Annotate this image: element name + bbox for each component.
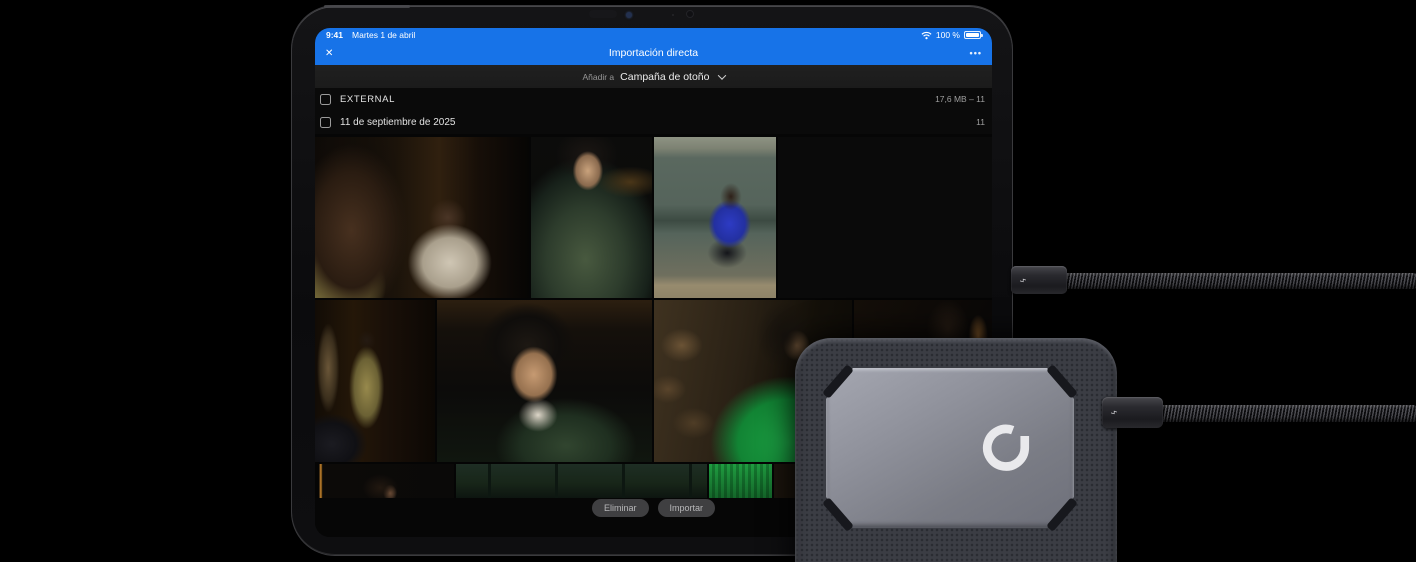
ssd-faceplate bbox=[826, 368, 1074, 528]
thunderbolt-icon: ϟ bbox=[1017, 278, 1027, 282]
photo-thumbnail[interactable] bbox=[531, 137, 652, 298]
ambient-sensor-icon bbox=[672, 14, 674, 16]
chevron-down-icon bbox=[717, 70, 726, 80]
date-checkbox[interactable] bbox=[320, 116, 331, 128]
photo-thumbnail[interactable] bbox=[456, 464, 707, 498]
thunderbolt-icon: ϟ bbox=[1108, 410, 1118, 415]
wifi-icon bbox=[921, 31, 932, 39]
front-camera-housing bbox=[589, 10, 617, 18]
g-drive-logo-icon bbox=[982, 424, 1030, 471]
title-bar: ✕ Importación directa ••• bbox=[315, 41, 992, 65]
page-title: Importación directa bbox=[608, 47, 699, 59]
header: 9:41 Martes 1 de abril 100 % ✕ Importaci… bbox=[315, 28, 992, 65]
battery-icon bbox=[964, 31, 983, 39]
photo-thumbnail[interactable] bbox=[315, 137, 529, 298]
usb-c-cable-top bbox=[1064, 273, 1416, 289]
source-summary: 17,6 MB – 11 bbox=[935, 94, 985, 104]
photo-thumbnail[interactable] bbox=[709, 464, 772, 498]
destination-album-value: Campaña de otoño bbox=[620, 70, 710, 83]
photo-thumbnail[interactable] bbox=[315, 464, 454, 498]
photo-thumbnail[interactable] bbox=[654, 137, 776, 298]
photo-thumbnail[interactable] bbox=[778, 137, 992, 298]
usb-c-connector-ipad: ϟ bbox=[1011, 266, 1067, 294]
delete-button[interactable]: Eliminar bbox=[591, 499, 649, 517]
battery-percent: 100 % bbox=[935, 30, 960, 40]
photo-thumbnail[interactable] bbox=[437, 300, 652, 462]
camera-ring-icon bbox=[686, 10, 694, 18]
photo-thumbnail[interactable] bbox=[315, 300, 435, 462]
date-label: 11 de septiembre de 2025 bbox=[340, 116, 456, 128]
date-count: 11 bbox=[976, 117, 985, 127]
usb-c-connector-ssd: ϟ bbox=[1102, 397, 1163, 428]
destination-prefix-label: Añadir a bbox=[582, 71, 615, 82]
usb-c-cable-bottom bbox=[1156, 405, 1416, 422]
status-bar: 9:41 Martes 1 de abril 100 % bbox=[315, 28, 992, 42]
edge-highlight bbox=[324, 5, 410, 8]
destination-selector[interactable]: Añadir a Campaña de otoño bbox=[315, 65, 992, 88]
status-date: Martes 1 de abril bbox=[352, 30, 416, 40]
date-group-row[interactable]: 11 de septiembre de 2025 11 bbox=[315, 110, 992, 134]
external-checkbox[interactable] bbox=[320, 93, 331, 105]
front-camera-lens-icon bbox=[626, 12, 632, 18]
import-button[interactable]: Importar bbox=[657, 499, 716, 517]
external-ssd-drive bbox=[795, 338, 1117, 562]
source-label: EXTERNAL bbox=[340, 93, 395, 105]
scene: 9:41 Martes 1 de abril 100 % ✕ Importaci… bbox=[0, 0, 1416, 562]
source-row-external[interactable]: EXTERNAL 17,6 MB – 11 bbox=[315, 88, 992, 110]
status-time: 9:41 bbox=[326, 30, 344, 40]
